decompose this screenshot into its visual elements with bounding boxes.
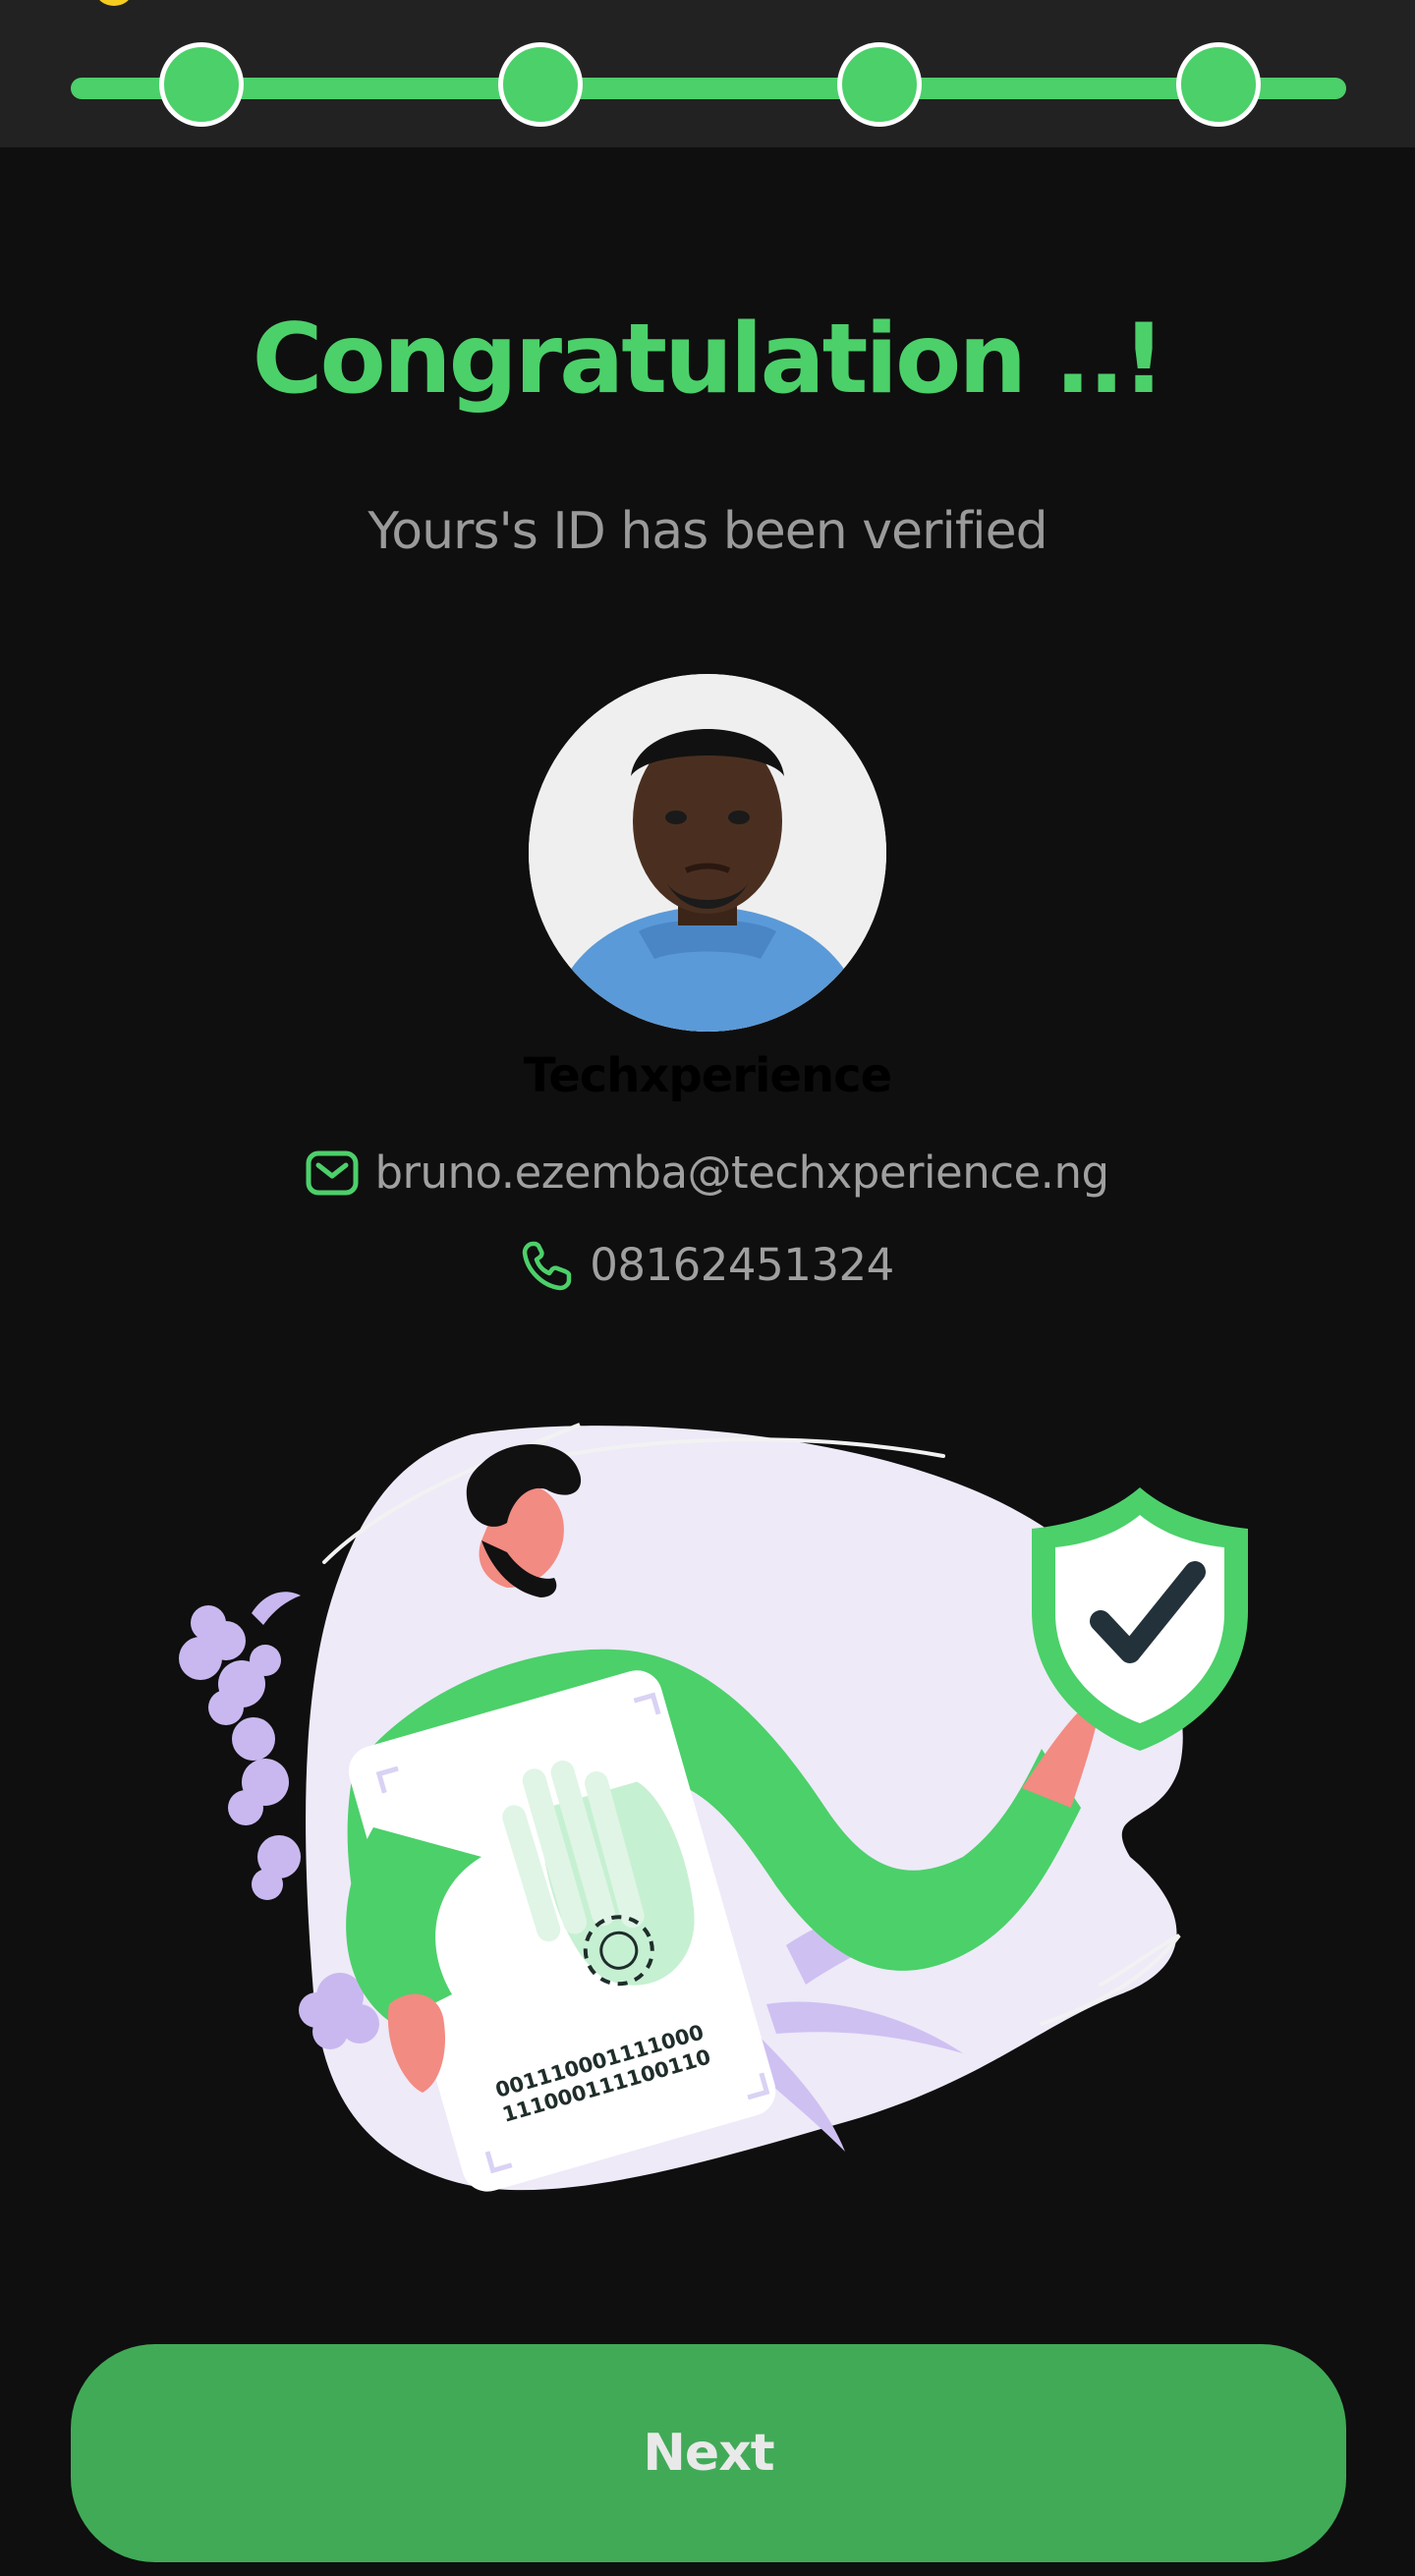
avatar: [529, 674, 886, 1032]
email-row: bruno.ezemba@techxperience.ng: [0, 1144, 1415, 1210]
progress-step-2: [498, 42, 583, 127]
avatar-portrait: [529, 674, 886, 1032]
page-title: Congratulation ..!: [252, 304, 1166, 416]
verification-illustration: 001110001111000 111000111100110: [157, 1395, 1268, 2240]
profile-email: bruno.ezemba@techxperience.ng: [374, 1147, 1109, 1199]
profile-phone: 08162451324: [590, 1239, 894, 1291]
phone-row: 08162451324: [0, 1236, 1415, 1307]
phone-icon: [521, 1239, 574, 1292]
progress-step-1: [159, 42, 244, 127]
mail-icon: [306, 1150, 359, 1196]
progress-step-4: [1176, 42, 1261, 127]
progress-track: [71, 78, 1346, 99]
next-button[interactable]: Next: [71, 2344, 1346, 2562]
status-dot: [96, 0, 132, 6]
profile-name: Techxperience: [523, 1048, 892, 1103]
progress-header: [0, 0, 1415, 147]
progress-step-3: [837, 42, 922, 127]
page-subtitle: Yours's ID has been verified: [368, 502, 1047, 561]
